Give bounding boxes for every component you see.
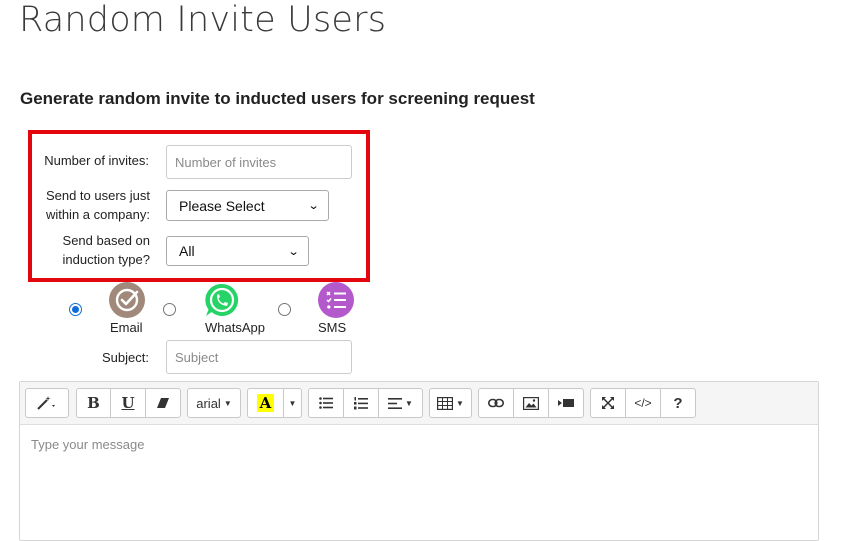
- company-select[interactable]: Please Select ⌄: [166, 190, 329, 221]
- paragraph-align-icon[interactable]: ▼: [378, 388, 423, 418]
- code-view-icon[interactable]: </>: [625, 388, 661, 418]
- chevron-down-icon: ⌄: [307, 200, 320, 212]
- email-check-icon: [109, 282, 145, 318]
- message-editor: B U arial ▼ A ▼ ▼ ▼ </> ? Type your mess…: [19, 381, 819, 541]
- bold-icon[interactable]: B: [76, 388, 111, 418]
- whatsapp-icon: [204, 282, 240, 318]
- message-body[interactable]: Type your message: [31, 437, 144, 452]
- page-subtitle: Generate random invite to inducted users…: [20, 89, 535, 108]
- email-label: Email: [110, 320, 143, 335]
- fullscreen-icon[interactable]: [590, 388, 626, 418]
- company-select-value: Please Select: [179, 197, 265, 214]
- whatsapp-radio[interactable]: [163, 303, 176, 316]
- link-icon[interactable]: [478, 388, 514, 418]
- caret-down-icon: ▼: [405, 398, 413, 408]
- video-icon[interactable]: [548, 388, 584, 418]
- table-icon[interactable]: ▼: [429, 388, 472, 418]
- help-glyph: ?: [673, 394, 683, 412]
- bold-glyph: B: [87, 394, 100, 412]
- company-label: Send to users just within a company:: [40, 186, 150, 224]
- picture-icon[interactable]: [513, 388, 549, 418]
- page-title: Random Invite Users: [19, 0, 387, 40]
- font-name: arial: [196, 395, 221, 411]
- sms-label: SMS: [318, 320, 347, 335]
- email-radio[interactable]: [69, 303, 82, 316]
- induction-select-value: All: [179, 243, 195, 259]
- ordered-list-icon[interactable]: [343, 388, 379, 418]
- text-color-icon[interactable]: A: [247, 388, 284, 418]
- number-of-invites-input[interactable]: [166, 145, 352, 179]
- invites-label: Number of invites:: [44, 153, 149, 168]
- induction-label-line2: induction type?: [62, 252, 150, 267]
- font-family-dropdown[interactable]: arial ▼: [187, 388, 241, 418]
- underline-icon[interactable]: U: [110, 388, 146, 418]
- unordered-list-icon[interactable]: [308, 388, 344, 418]
- color-glyph: A: [256, 394, 275, 412]
- induction-label-line1: Send based on: [62, 233, 150, 248]
- code-glyph: </>: [634, 396, 652, 410]
- magic-wand-icon[interactable]: [25, 388, 69, 418]
- caret-down-icon: ▼: [223, 398, 232, 408]
- caret-down-icon: ▼: [288, 398, 297, 408]
- chevron-down-icon: ⌄: [287, 245, 300, 258]
- text-color-dropdown[interactable]: ▼: [283, 388, 302, 418]
- help-icon[interactable]: ?: [660, 388, 696, 418]
- caret-down-icon: ▼: [456, 398, 464, 408]
- company-label-line2: within a company:: [45, 207, 150, 222]
- sms-list-icon: [318, 282, 354, 318]
- editor-toolbar: B U arial ▼ A ▼ ▼ ▼ </> ?: [20, 382, 818, 425]
- sms-radio[interactable]: [278, 303, 291, 316]
- subject-input[interactable]: [166, 340, 352, 374]
- company-label-line1: Send to users just: [45, 188, 150, 203]
- eraser-icon[interactable]: [145, 388, 181, 418]
- induction-label: Send based on induction type?: [40, 231, 150, 269]
- whatsapp-label: WhatsApp: [205, 320, 265, 335]
- underline-glyph: U: [121, 394, 135, 412]
- induction-type-select[interactable]: All ⌄: [166, 236, 309, 266]
- subject-label: Subject:: [102, 350, 149, 365]
